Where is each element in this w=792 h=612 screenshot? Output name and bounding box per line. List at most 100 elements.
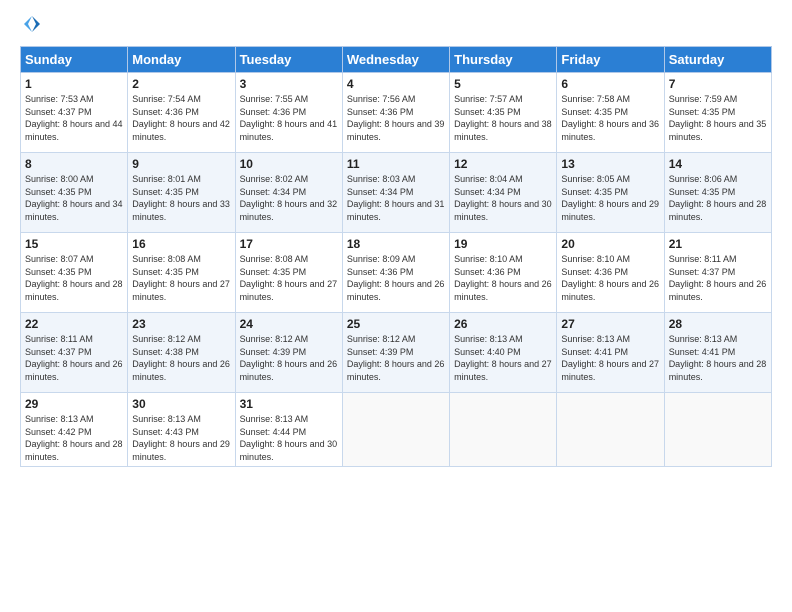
- day-header-tuesday: Tuesday: [235, 47, 342, 73]
- calendar-cell: 10 Sunrise: 8:02 AMSunset: 4:34 PMDayligh…: [235, 153, 342, 233]
- calendar-cell: 27 Sunrise: 8:13 AMSunset: 4:41 PMDayligh…: [557, 313, 664, 393]
- day-number: 31: [240, 397, 338, 411]
- cell-details: Sunrise: 8:06 AMSunset: 4:35 PMDaylight:…: [669, 173, 767, 223]
- cell-details: Sunrise: 8:10 AMSunset: 4:36 PMDaylight:…: [561, 253, 659, 303]
- calendar-cell: 6Sunrise: 7:58 AMSunset: 4:35 PMDaylight…: [557, 73, 664, 153]
- cell-details: Sunrise: 8:03 AMSunset: 4:34 PMDaylight:…: [347, 173, 445, 223]
- cell-details: Sunrise: 8:13 AMSunset: 4:41 PMDaylight:…: [561, 333, 659, 383]
- day-number: 11: [347, 157, 445, 171]
- calendar-cell: [342, 393, 449, 467]
- calendar-cell: 3 Sunrise: 7:55 AMSunset: 4:36 PMDaylight…: [235, 73, 342, 153]
- calendar-cell: 28Sunrise: 8:13 AMSunset: 4:41 PMDayligh…: [664, 313, 771, 393]
- cell-details: Sunrise: 8:12 AMSunset: 4:38 PMDaylight:…: [132, 333, 230, 383]
- calendar-cell: 9Sunrise: 8:01 AMSunset: 4:35 PMDaylight…: [128, 153, 235, 233]
- cell-details: Sunrise: 8:13 AMSunset: 4:44 PMDaylight:…: [240, 413, 338, 463]
- day-number: 29: [25, 397, 123, 411]
- calendar-cell: 5 Sunrise: 7:57 AMSunset: 4:35 PMDaylight…: [450, 73, 557, 153]
- calendar-cell: 20 Sunrise: 8:10 AMSunset: 4:36 PMDayligh…: [557, 233, 664, 313]
- day-number: 22: [25, 317, 123, 331]
- day-number: 3: [240, 77, 338, 91]
- day-number: 2: [132, 77, 230, 91]
- calendar-week-row: 29 Sunrise: 8:13 AMSunset: 4:42 PMDayligh…: [21, 393, 772, 467]
- day-header-monday: Monday: [128, 47, 235, 73]
- cell-details: Sunrise: 8:12 AMSunset: 4:39 PMDaylight:…: [347, 333, 445, 383]
- day-number: 23: [132, 317, 230, 331]
- calendar-week-row: 1 Sunrise: 7:53 AMSunset: 4:37 PMDaylight…: [21, 73, 772, 153]
- day-number: 17: [240, 237, 338, 251]
- calendar-cell: 21 Sunrise: 8:11 AMSunset: 4:37 PMDayligh…: [664, 233, 771, 313]
- calendar-cell: 26Sunrise: 8:13 AMSunset: 4:40 PMDayligh…: [450, 313, 557, 393]
- cell-details: Sunrise: 8:07 AMSunset: 4:35 PMDaylight:…: [25, 253, 123, 303]
- cell-details: Sunrise: 8:11 AMSunset: 4:37 PMDaylight:…: [25, 333, 123, 383]
- cell-details: Sunrise: 7:54 AMSunset: 4:36 PMDaylight:…: [132, 93, 230, 143]
- calendar-cell: 12 Sunrise: 8:04 AMSunset: 4:34 PMDayligh…: [450, 153, 557, 233]
- cell-details: Sunrise: 8:02 AMSunset: 4:34 PMDaylight:…: [240, 173, 338, 223]
- calendar-cell: 16 Sunrise: 8:08 AMSunset: 4:35 PMDayligh…: [128, 233, 235, 313]
- calendar-cell: 25Sunrise: 8:12 AMSunset: 4:39 PMDayligh…: [342, 313, 449, 393]
- calendar-cell: 29 Sunrise: 8:13 AMSunset: 4:42 PMDayligh…: [21, 393, 128, 467]
- cell-details: Sunrise: 8:08 AMSunset: 4:35 PMDaylight:…: [240, 253, 338, 303]
- calendar-cell: 30 Sunrise: 8:13 AMSunset: 4:43 PMDayligh…: [128, 393, 235, 467]
- cell-details: Sunrise: 7:57 AMSunset: 4:35 PMDaylight:…: [454, 93, 552, 143]
- logo-icon: [22, 14, 42, 34]
- calendar-week-row: 15Sunrise: 8:07 AMSunset: 4:35 PMDayligh…: [21, 233, 772, 313]
- cell-details: Sunrise: 8:13 AMSunset: 4:43 PMDaylight:…: [132, 413, 230, 463]
- cell-details: Sunrise: 8:12 AMSunset: 4:39 PMDaylight:…: [240, 333, 338, 383]
- day-number: 20: [561, 237, 659, 251]
- day-number: 5: [454, 77, 552, 91]
- calendar-cell: 15Sunrise: 8:07 AMSunset: 4:35 PMDayligh…: [21, 233, 128, 313]
- calendar-cell: [450, 393, 557, 467]
- cell-details: Sunrise: 8:08 AMSunset: 4:35 PMDaylight:…: [132, 253, 230, 303]
- day-number: 10: [240, 157, 338, 171]
- day-number: 1: [25, 77, 123, 91]
- cell-details: Sunrise: 7:58 AMSunset: 4:35 PMDaylight:…: [561, 93, 659, 143]
- calendar-cell: 11 Sunrise: 8:03 AMSunset: 4:34 PMDayligh…: [342, 153, 449, 233]
- cell-details: Sunrise: 7:53 AMSunset: 4:37 PMDaylight:…: [25, 93, 123, 143]
- cell-details: Sunrise: 7:56 AMSunset: 4:36 PMDaylight:…: [347, 93, 445, 143]
- cell-details: Sunrise: 7:59 AMSunset: 4:35 PMDaylight:…: [669, 93, 767, 143]
- day-number: 24: [240, 317, 338, 331]
- calendar-cell: 8 Sunrise: 8:00 AMSunset: 4:35 PMDaylight…: [21, 153, 128, 233]
- calendar-cell: 14Sunrise: 8:06 AMSunset: 4:35 PMDayligh…: [664, 153, 771, 233]
- day-number: 16: [132, 237, 230, 251]
- cell-details: Sunrise: 8:13 AMSunset: 4:41 PMDaylight:…: [669, 333, 767, 383]
- day-header-sunday: Sunday: [21, 47, 128, 73]
- cell-details: Sunrise: 8:05 AMSunset: 4:35 PMDaylight:…: [561, 173, 659, 223]
- day-number: 8: [25, 157, 123, 171]
- cell-details: Sunrise: 8:10 AMSunset: 4:36 PMDaylight:…: [454, 253, 552, 303]
- calendar-week-row: 22 Sunrise: 8:11 AMSunset: 4:37 PMDayligh…: [21, 313, 772, 393]
- day-number: 7: [669, 77, 767, 91]
- calendar-cell: 2 Sunrise: 7:54 AMSunset: 4:36 PMDaylight…: [128, 73, 235, 153]
- day-number: 27: [561, 317, 659, 331]
- calendar-cell: 22 Sunrise: 8:11 AMSunset: 4:37 PMDayligh…: [21, 313, 128, 393]
- calendar-cell: [557, 393, 664, 467]
- calendar-header-row: SundayMondayTuesdayWednesdayThursdayFrid…: [21, 47, 772, 73]
- day-number: 18: [347, 237, 445, 251]
- cell-details: Sunrise: 8:04 AMSunset: 4:34 PMDaylight:…: [454, 173, 552, 223]
- calendar-cell: 18 Sunrise: 8:09 AMSunset: 4:36 PMDayligh…: [342, 233, 449, 313]
- day-number: 30: [132, 397, 230, 411]
- day-number: 12: [454, 157, 552, 171]
- page-header: [20, 16, 772, 36]
- cell-details: Sunrise: 7:55 AMSunset: 4:36 PMDaylight:…: [240, 93, 338, 143]
- day-number: 4: [347, 77, 445, 91]
- calendar-cell: 17 Sunrise: 8:08 AMSunset: 4:35 PMDayligh…: [235, 233, 342, 313]
- day-header-saturday: Saturday: [664, 47, 771, 73]
- logo: [20, 16, 42, 36]
- cell-details: Sunrise: 8:01 AMSunset: 4:35 PMDaylight:…: [132, 173, 230, 223]
- day-number: 13: [561, 157, 659, 171]
- cell-details: Sunrise: 8:11 AMSunset: 4:37 PMDaylight:…: [669, 253, 767, 303]
- calendar-cell: 7 Sunrise: 7:59 AMSunset: 4:35 PMDaylight…: [664, 73, 771, 153]
- calendar-week-row: 8 Sunrise: 8:00 AMSunset: 4:35 PMDaylight…: [21, 153, 772, 233]
- day-number: 26: [454, 317, 552, 331]
- day-header-thursday: Thursday: [450, 47, 557, 73]
- calendar-cell: 24 Sunrise: 8:12 AMSunset: 4:39 PMDayligh…: [235, 313, 342, 393]
- cell-details: Sunrise: 8:13 AMSunset: 4:42 PMDaylight:…: [25, 413, 123, 463]
- calendar-cell: 19Sunrise: 8:10 AMSunset: 4:36 PMDayligh…: [450, 233, 557, 313]
- calendar-cell: [664, 393, 771, 467]
- cell-details: Sunrise: 8:09 AMSunset: 4:36 PMDaylight:…: [347, 253, 445, 303]
- day-number: 21: [669, 237, 767, 251]
- calendar-cell: 1 Sunrise: 7:53 AMSunset: 4:37 PMDaylight…: [21, 73, 128, 153]
- cell-details: Sunrise: 8:00 AMSunset: 4:35 PMDaylight:…: [25, 173, 123, 223]
- calendar-table: SundayMondayTuesdayWednesdayThursdayFrid…: [20, 46, 772, 467]
